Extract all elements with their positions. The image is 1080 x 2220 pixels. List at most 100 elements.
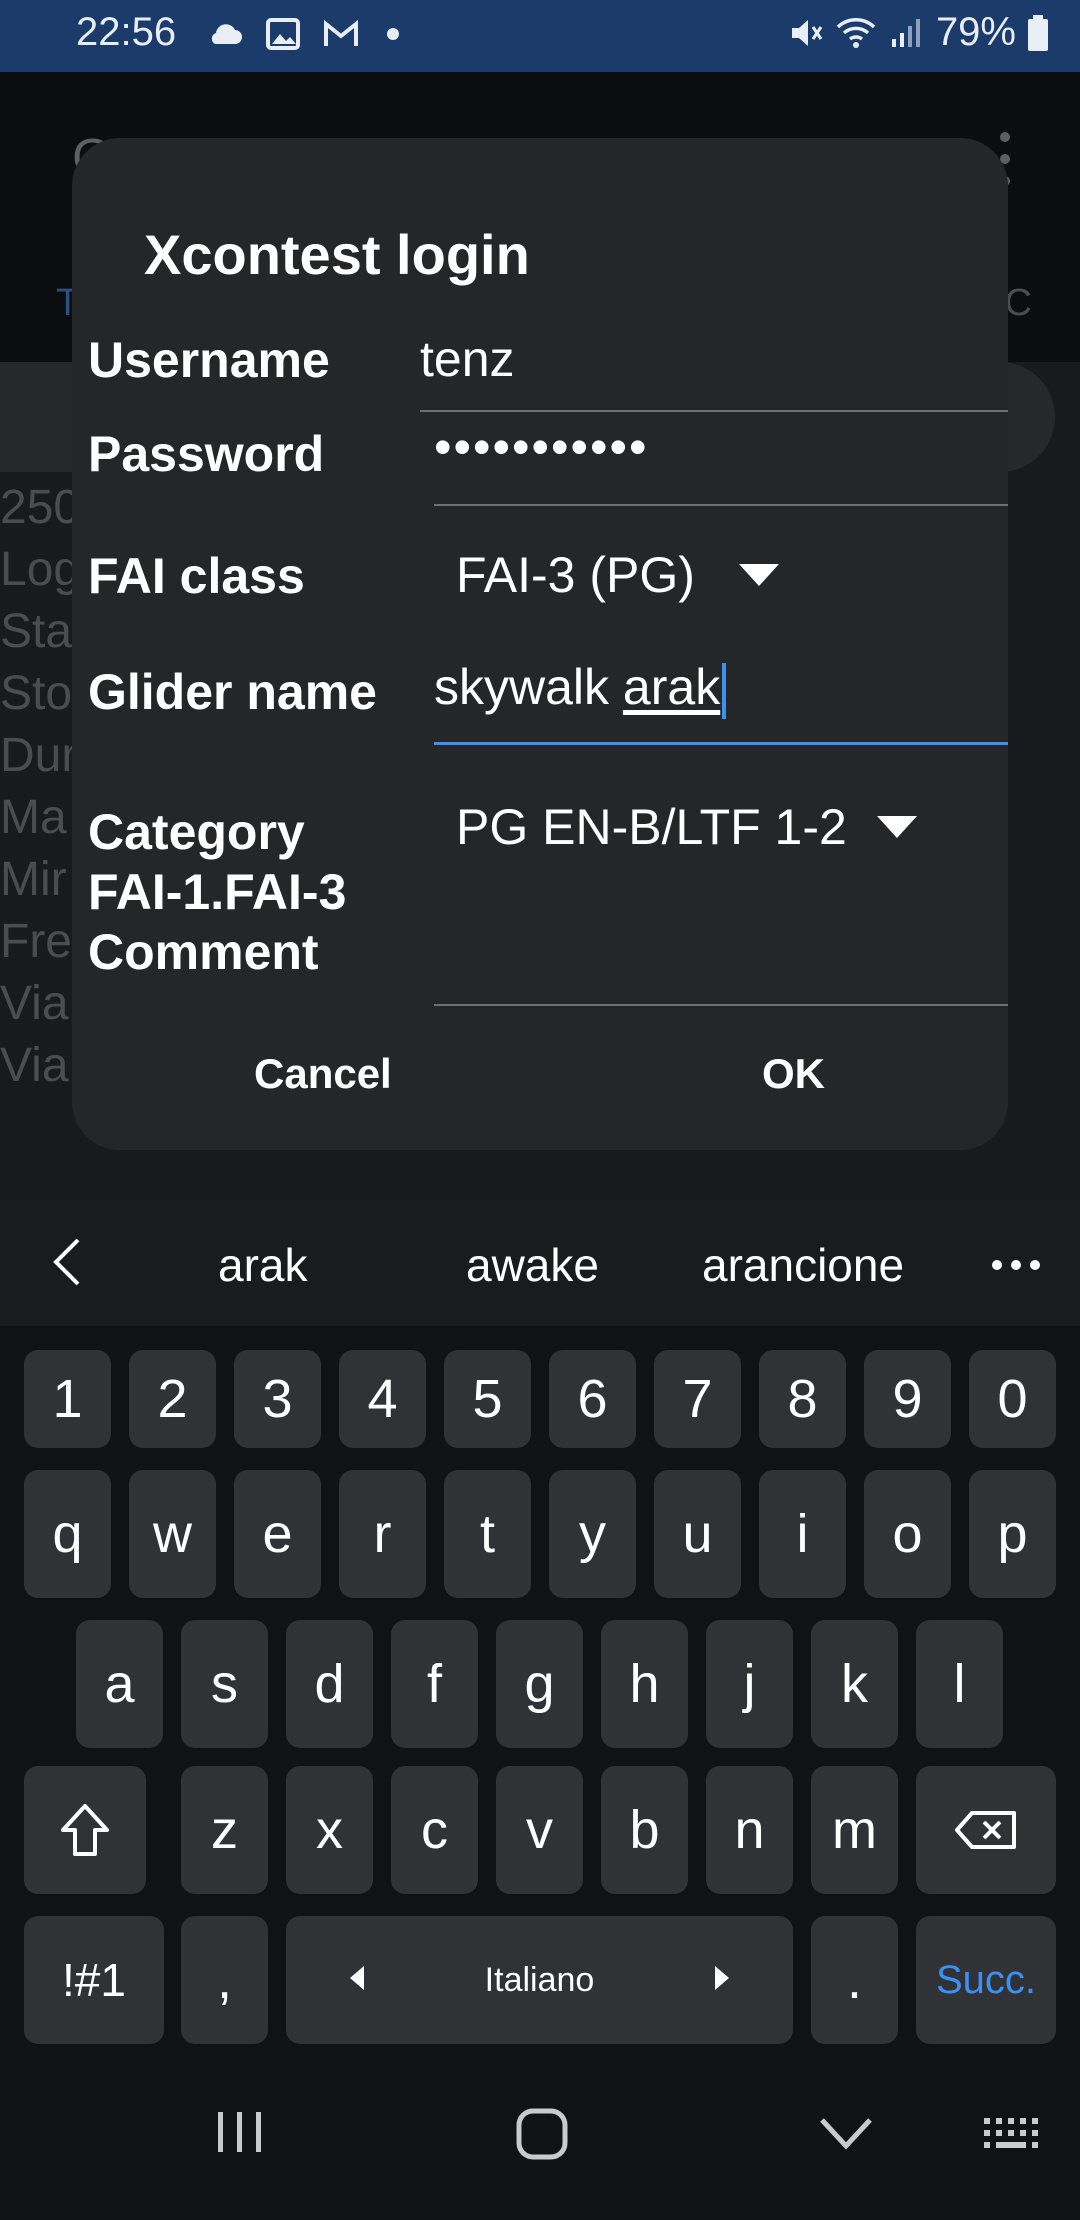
key[interactable]: 6: [549, 1350, 636, 1448]
key[interactable]: 4: [339, 1350, 426, 1448]
username-field[interactable]: tenz: [420, 330, 515, 388]
key[interactable]: j: [706, 1620, 793, 1748]
key[interactable]: l: [916, 1620, 1003, 1748]
key[interactable]: b: [601, 1766, 688, 1894]
key[interactable]: q: [24, 1470, 111, 1598]
backspace-key[interactable]: [916, 1766, 1056, 1894]
recent-apps-icon[interactable]: [214, 2106, 266, 2158]
key[interactable]: w: [129, 1470, 216, 1598]
ok-button[interactable]: OK: [762, 1050, 825, 1098]
key[interactable]: 2: [129, 1350, 216, 1448]
key[interactable]: e: [234, 1470, 321, 1598]
glider-name-word: arak: [622, 659, 721, 715]
wifi-icon: [836, 17, 876, 48]
dropdown-arrow-icon: [876, 816, 917, 838]
username-label: Username: [88, 332, 330, 388]
more-options-icon[interactable]: [992, 1260, 1040, 1270]
shift-key[interactable]: [24, 1766, 146, 1894]
navigation-bar: [0, 2050, 1080, 2220]
backspace-icon: [955, 1811, 1016, 1849]
fai-label: FAI-1.FAI-3: [88, 864, 347, 920]
key[interactable]: f: [391, 1620, 478, 1748]
caret-right-icon: [715, 1966, 729, 1990]
key[interactable]: n: [706, 1766, 793, 1894]
gmail-icon: [324, 19, 358, 46]
key[interactable]: v: [496, 1766, 583, 1894]
status-time: 22:56: [76, 10, 177, 54]
period-key[interactable]: .: [811, 1916, 898, 2044]
cancel-button[interactable]: Cancel: [254, 1050, 392, 1098]
key[interactable]: k: [811, 1620, 898, 1748]
caret-left-icon: [350, 1966, 364, 1990]
comma-key[interactable]: ,: [181, 1916, 268, 2044]
key[interactable]: 3: [234, 1350, 321, 1448]
password-field[interactable]: •••••••••••: [434, 418, 649, 476]
key[interactable]: t: [444, 1470, 531, 1598]
fai-class-value: FAI-3 (PG): [456, 547, 695, 603]
shift-icon: [61, 1804, 109, 1856]
key[interactable]: a: [76, 1620, 163, 1748]
key[interactable]: g: [496, 1620, 583, 1748]
keyboard: arak awake arancione 1 2 3 4 5 6 7 8 9 0…: [0, 1200, 1080, 2050]
background-tab-right: C: [1004, 282, 1032, 324]
key[interactable]: u: [654, 1470, 741, 1598]
space-key[interactable]: Italiano: [286, 1916, 793, 2044]
key[interactable]: d: [286, 1620, 373, 1748]
password-underline: [434, 504, 1008, 506]
key[interactable]: 1: [24, 1350, 111, 1448]
key[interactable]: h: [601, 1620, 688, 1748]
glider-name-prefix: skywalk: [434, 659, 623, 715]
password-label: Password: [88, 426, 325, 482]
image-icon: [266, 18, 300, 50]
key[interactable]: 8: [759, 1350, 846, 1448]
chevron-down-icon[interactable]: [818, 2116, 874, 2152]
comment-field[interactable]: [434, 922, 1008, 1002]
key[interactable]: 9: [864, 1350, 951, 1448]
comment-label: Comment: [88, 924, 319, 980]
category-dropdown[interactable]: PG EN-B/LTF 1-2: [456, 798, 917, 856]
username-underline: [420, 410, 1008, 412]
suggestion-item[interactable]: awake: [466, 1238, 599, 1292]
battery-icon: [1028, 14, 1048, 51]
suggestion-bar: arak awake arancione: [0, 1200, 1080, 1326]
key[interactable]: m: [811, 1766, 898, 1894]
key[interactable]: 0: [969, 1350, 1056, 1448]
glider-name-label: Glider name: [88, 664, 377, 720]
text-cursor: [722, 662, 727, 719]
category-value: PG EN-B/LTF 1-2: [456, 799, 847, 855]
dropdown-arrow-icon: [738, 564, 779, 586]
key[interactable]: z: [181, 1766, 268, 1894]
key[interactable]: o: [864, 1470, 951, 1598]
key[interactable]: s: [181, 1620, 268, 1748]
battery-percent: 79%: [935, 10, 1016, 54]
mute-icon: [791, 19, 823, 46]
comment-underline: [434, 1004, 1008, 1006]
xcontest-login-dialog: Xcontest login Username tenz Password ••…: [72, 138, 1008, 1150]
keyboard-icon[interactable]: [982, 2116, 1046, 2160]
key[interactable]: x: [286, 1766, 373, 1894]
signal-icon: [891, 18, 920, 47]
key[interactable]: r: [339, 1470, 426, 1598]
fai-class-dropdown[interactable]: FAI-3 (PG): [456, 546, 779, 604]
suggestion-item[interactable]: arak: [218, 1238, 307, 1292]
dialog-title: Xcontest login: [144, 223, 530, 286]
key[interactable]: i: [759, 1470, 846, 1598]
category-label: Category: [88, 804, 305, 860]
key[interactable]: 5: [444, 1350, 531, 1448]
symbols-key[interactable]: !#1: [24, 1916, 164, 2044]
fai-class-label: FAI class: [88, 548, 305, 604]
dot-icon: [387, 28, 399, 40]
key[interactable]: c: [391, 1766, 478, 1894]
status-right: 79%: [786, 10, 1050, 55]
home-icon[interactable]: [514, 2106, 570, 2162]
next-key[interactable]: Succ.: [916, 1916, 1056, 2044]
status-bar: 22:56 79%: [0, 0, 1080, 72]
key[interactable]: p: [969, 1470, 1056, 1598]
cloud-icon: [211, 24, 242, 44]
suggestion-item[interactable]: arancione: [702, 1238, 904, 1292]
key[interactable]: 7: [654, 1350, 741, 1448]
key[interactable]: y: [549, 1470, 636, 1598]
chevron-left-icon[interactable]: [48, 1236, 88, 1288]
notification-icons: [205, 14, 399, 54]
glider-name-field[interactable]: skywalk arak: [434, 658, 727, 719]
